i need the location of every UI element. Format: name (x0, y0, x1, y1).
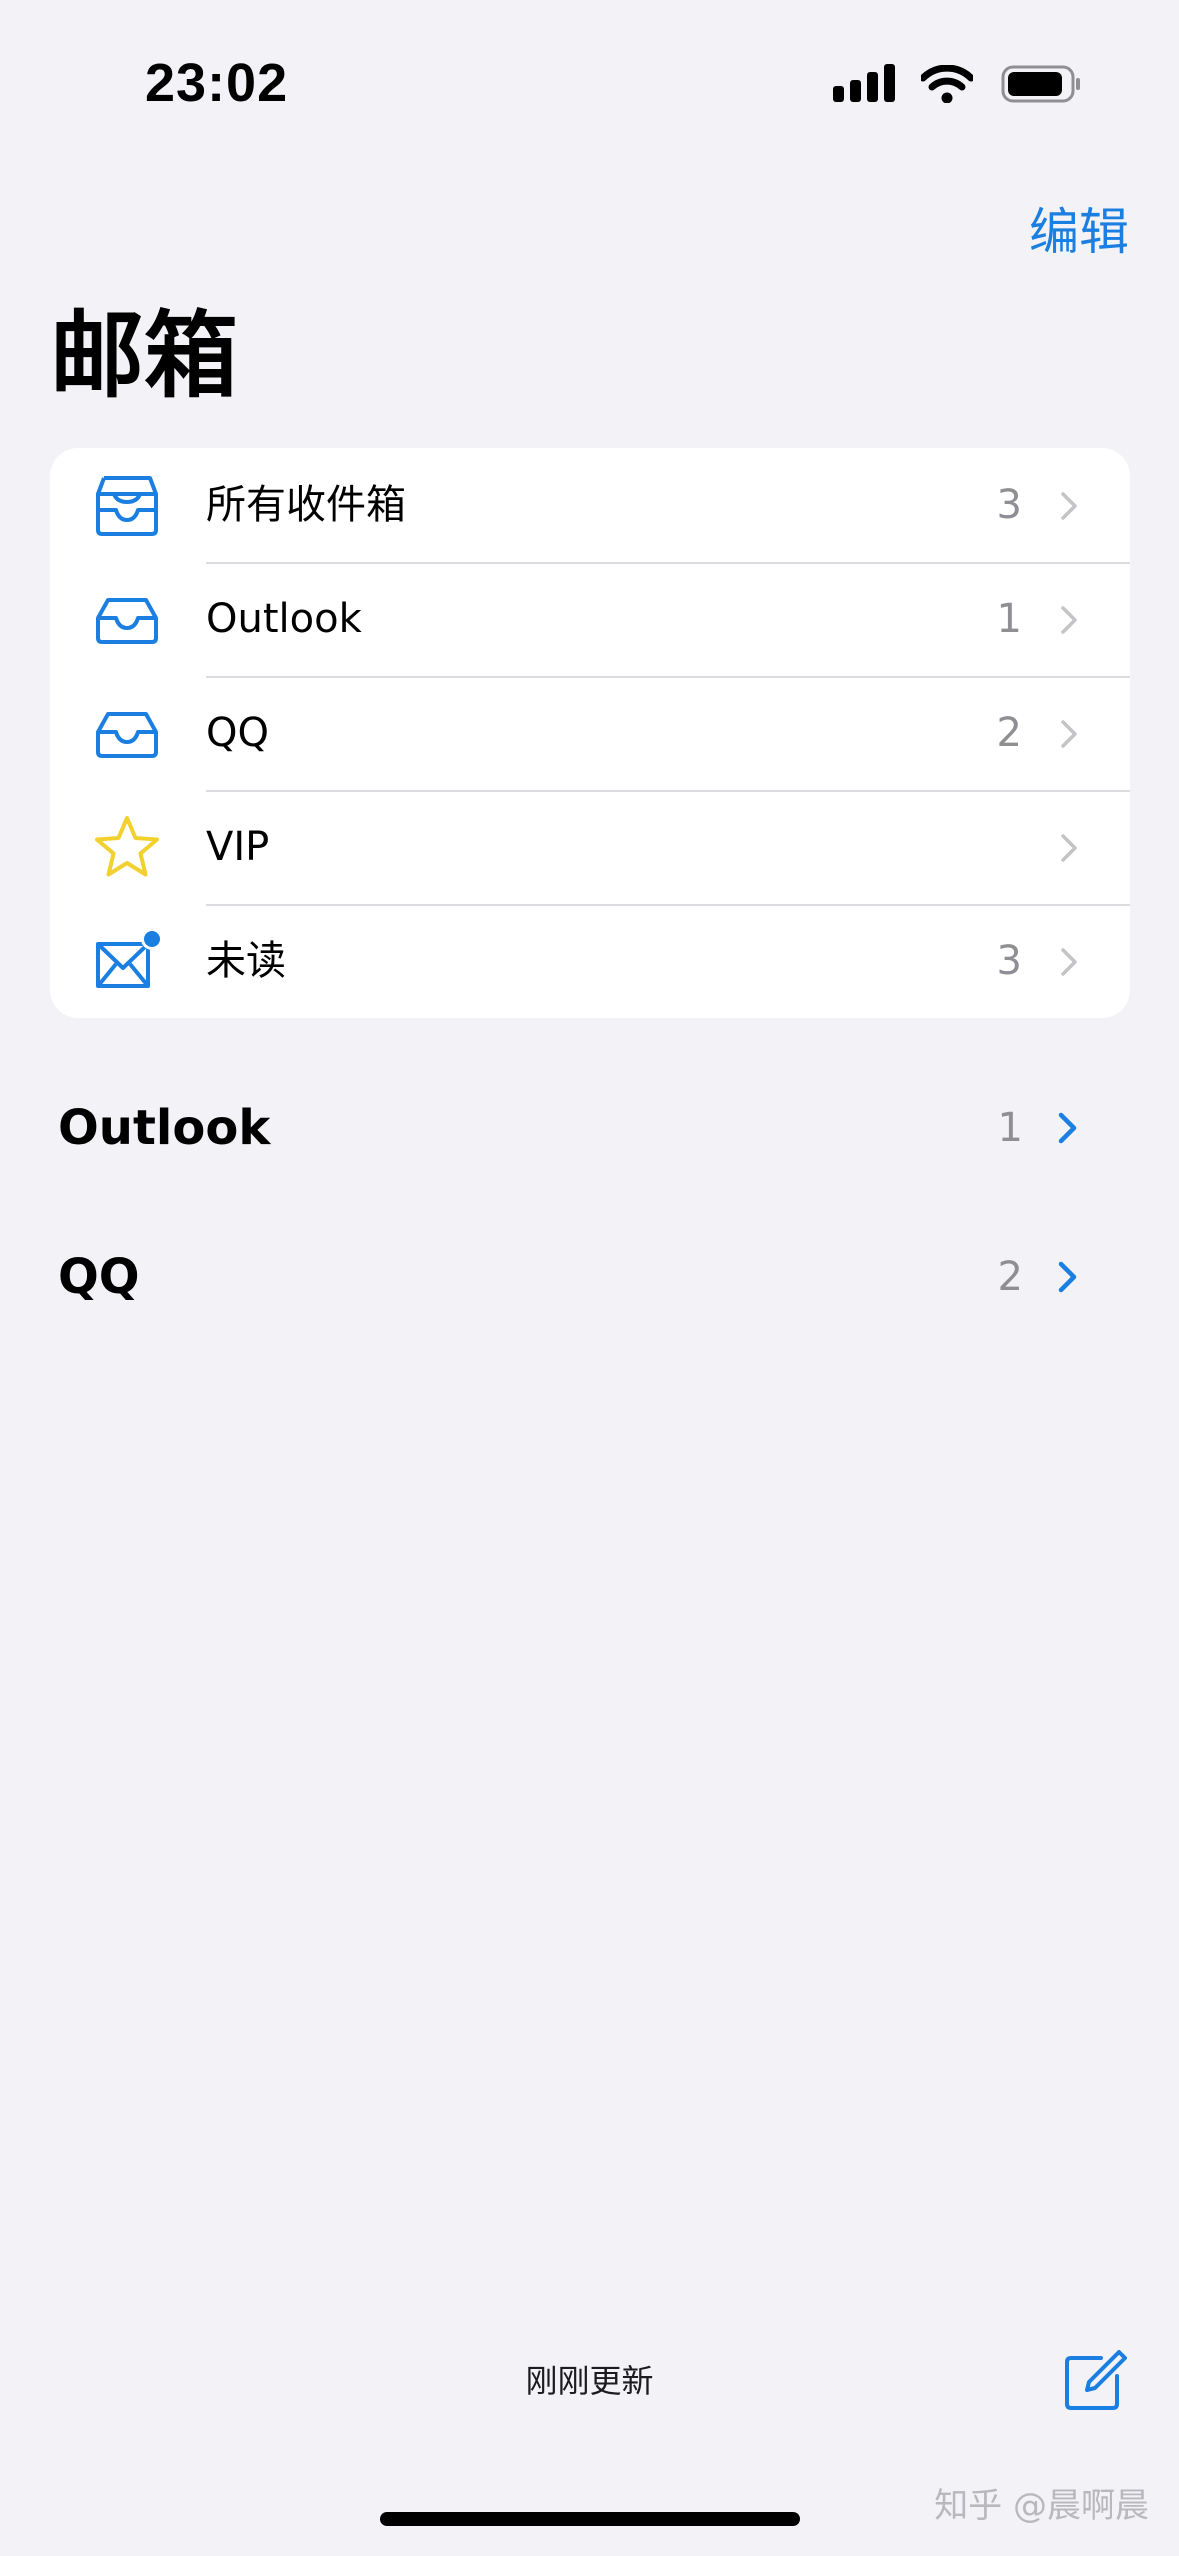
chevron-right-icon (1061, 492, 1077, 520)
chevron-right-icon (1061, 834, 1077, 862)
chevron-right-icon[interactable] (1057, 1260, 1077, 1294)
mailbox-row-unread[interactable]: 未读 3 (50, 904, 1130, 1018)
account-row-qq[interactable]: QQ 2 (0, 1232, 1179, 1322)
chevron-right-icon (1061, 720, 1077, 748)
star-icon (92, 814, 162, 880)
home-indicator[interactable] (380, 2512, 800, 2526)
envelope-badge-icon (92, 928, 162, 994)
unread-count: 1 (996, 596, 1022, 642)
status-time: 23:02 (145, 53, 289, 113)
mailbox-row-all-inboxes[interactable]: 所有收件箱 3 (50, 448, 1130, 562)
edit-button[interactable]: 编辑 (1029, 192, 1129, 264)
unread-count: 3 (996, 482, 1022, 528)
tray-icon (92, 700, 162, 766)
chevron-right-icon[interactable] (1057, 1111, 1077, 1145)
mailbox-row-outlook[interactable]: Outlook 1 (50, 562, 1130, 676)
account-row-outlook[interactable]: Outlook 1 (0, 1083, 1179, 1173)
cellular-signal-icon (833, 64, 895, 102)
tray-stack-icon (92, 472, 162, 538)
account-count: 1 (997, 1105, 1023, 1151)
account-count: 2 (997, 1254, 1023, 1300)
status-bar: 23:02 (0, 0, 1179, 170)
mailbox-row-qq[interactable]: QQ 2 (50, 676, 1130, 790)
mailbox-label: QQ (206, 710, 269, 756)
tray-icon (92, 586, 162, 652)
update-status: 刚刚更新 (525, 2362, 654, 2400)
mailbox-list: 所有收件箱 3 Outlook 1 QQ 2 VIP 未读 3 (50, 448, 1130, 1018)
page-title: 邮箱 (50, 302, 239, 411)
chevron-right-icon (1061, 948, 1077, 976)
mailbox-label: 未读 (206, 938, 286, 984)
battery-icon (1001, 65, 1080, 103)
wifi-icon (921, 65, 973, 103)
mailbox-label: 所有收件箱 (206, 482, 406, 528)
watermark: 知乎 @晨啊晨 (934, 2486, 1149, 2526)
mailbox-label: VIP (206, 824, 270, 870)
compose-icon[interactable] (1061, 2348, 1127, 2414)
mailbox-row-vip[interactable]: VIP (50, 790, 1130, 904)
mailbox-label: Outlook (206, 596, 362, 642)
unread-count: 3 (996, 938, 1022, 984)
unread-count: 2 (996, 710, 1022, 756)
status-icons (833, 64, 1081, 104)
chevron-right-icon (1061, 606, 1077, 634)
account-name: QQ (58, 1249, 140, 1305)
account-name: Outlook (58, 1100, 271, 1156)
